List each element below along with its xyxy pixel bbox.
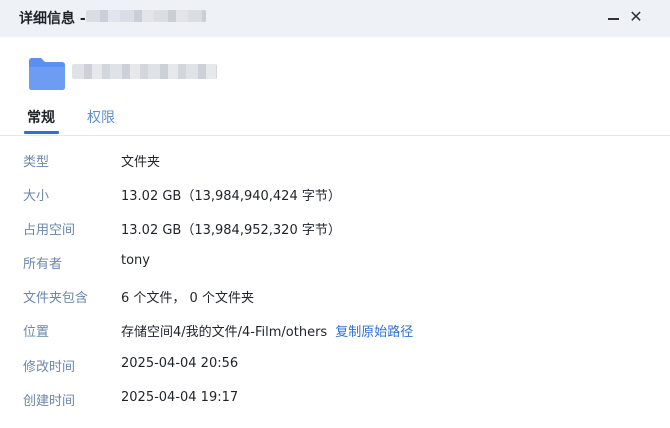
row-used-space: 占用空间 13.02 GB（13,984,952,320 字节） xyxy=(0,219,670,239)
tab-bar: 常规 权限 xyxy=(0,104,670,136)
size-label: 大小 xyxy=(23,189,50,204)
row-size: 大小 13.02 GB（13,984,940,424 字节） xyxy=(0,185,670,205)
row-type: 类型 文件夹 xyxy=(0,151,670,171)
modified-label: 修改时间 xyxy=(23,360,76,375)
row-created: 创建时间 2025-04-04 19:17 xyxy=(0,390,670,410)
tab-permissions[interactable]: 权限 xyxy=(87,107,115,127)
window-title: 详细信息 - xyxy=(19,11,86,27)
tab-general[interactable]: 常规 xyxy=(27,107,55,127)
type-label: 类型 xyxy=(23,155,50,170)
modified-value: 2025-04-04 20:56 xyxy=(121,356,239,371)
location-value: 存储空间4/我的文件/4-Film/others xyxy=(121,325,328,340)
blurred-folder-name-header xyxy=(72,64,217,79)
minimize-icon[interactable] xyxy=(604,8,624,28)
title-bar: 详细信息 - ✕ xyxy=(0,0,670,37)
copy-path-link[interactable]: 复制原始路径 xyxy=(335,325,413,340)
folder-icon xyxy=(29,58,65,90)
contains-label: 文件夹包含 xyxy=(23,291,89,306)
row-modified: 修改时间 2025-04-04 20:56 xyxy=(0,356,670,376)
location-label: 位置 xyxy=(23,325,50,340)
location-value-wrap: 存储空间4/我的文件/4-Film/others 复制原始路径 xyxy=(121,321,413,340)
used-space-label: 占用空间 xyxy=(23,223,76,238)
close-icon[interactable]: ✕ xyxy=(626,6,646,28)
row-contains: 文件夹包含 6 个文件， 0 个文件夹 xyxy=(0,287,670,307)
active-tab-indicator xyxy=(24,131,59,134)
row-owner: 所有者 tony xyxy=(0,253,670,273)
row-location: 位置 存储空间4/我的文件/4-Film/others 复制原始路径 xyxy=(0,321,670,341)
created-value: 2025-04-04 19:17 xyxy=(121,390,239,405)
size-value: 13.02 GB（13,984,940,424 字节） xyxy=(121,189,341,204)
used-space-value: 13.02 GB（13,984,952,320 字节） xyxy=(121,223,341,238)
owner-value: tony xyxy=(121,253,150,268)
contains-value: 6 个文件， 0 个文件夹 xyxy=(121,291,254,306)
type-value: 文件夹 xyxy=(121,155,161,170)
owner-label: 所有者 xyxy=(23,257,63,272)
created-label: 创建时间 xyxy=(23,394,76,409)
blurred-folder-name xyxy=(86,10,206,22)
